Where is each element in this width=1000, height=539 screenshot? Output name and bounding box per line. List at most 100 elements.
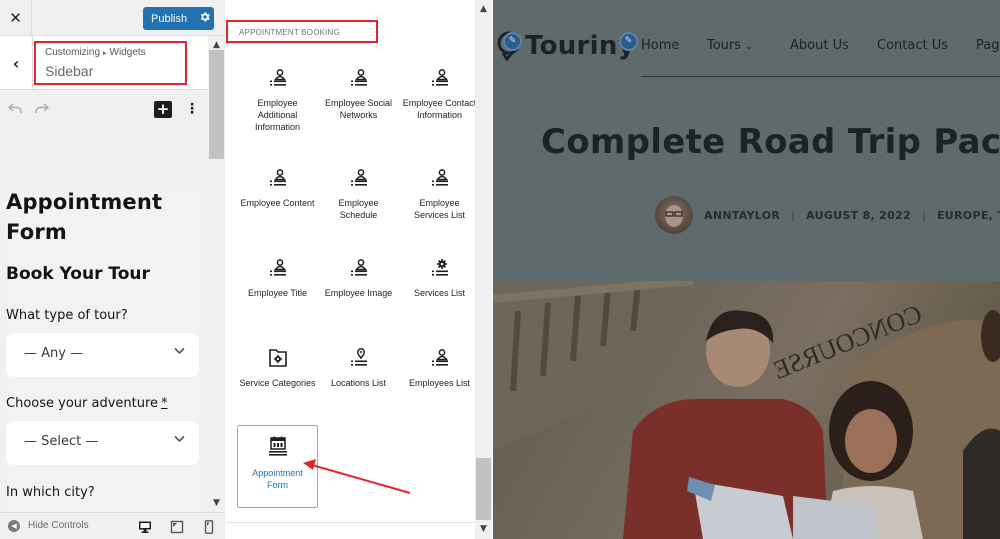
nav-item-about[interactable]: About Us [790, 38, 849, 53]
redo-icon[interactable] [35, 100, 50, 118]
publish-settings-gear-icon[interactable] [195, 12, 214, 25]
panel-divider [226, 522, 475, 523]
author-avatar[interactable] [655, 196, 693, 234]
block-label: Locations List [330, 378, 387, 388]
block-item-employee-schedule[interactable]: Employee Schedule [318, 158, 399, 242]
breadcrumb-separator: ▸ [103, 50, 107, 57]
chevron-down-icon [174, 344, 185, 358]
block-item-employee-social-networks[interactable]: Employee Social Networks [318, 58, 399, 142]
block-item-employees-list[interactable]: Employees List [399, 338, 480, 422]
block-item-employee-content[interactable]: Employee Content [237, 158, 318, 242]
edit-shortcut-pencil-icon[interactable]: ✎ [619, 32, 638, 51]
block-label: Employee Image [324, 288, 393, 298]
tour-type-value: — Any — [24, 346, 84, 361]
scrollbar-thumb[interactable] [209, 50, 224, 159]
post-meta: ANNTAYLOR | AUGUST 8, 2022 | EUROPE, TO [655, 196, 1000, 234]
tablet-preview-icon[interactable] [170, 519, 184, 534]
adventure-value: — Select — [24, 434, 99, 449]
post-categories: EUROPE, TO [936, 208, 1000, 222]
meta-separator: | [921, 208, 926, 222]
appointment-form-preview: Appointment Form Book Your Tour What typ… [6, 186, 199, 512]
employee-list-icon [267, 257, 289, 279]
block-item-employee-image[interactable]: Employee Image [318, 248, 399, 332]
nav-item-contact[interactable]: Contact Us [877, 38, 948, 53]
tour-type-select[interactable]: — Any — [6, 333, 199, 377]
category-heading: APPOINTMENT BOOKING [239, 28, 340, 37]
close-icon: ✕ [9, 9, 22, 27]
back-button[interactable]: ‹ [0, 36, 33, 90]
featured-image-illustration: CONCOURSE [493, 281, 1000, 539]
block-item-service-categories[interactable]: Service Categories [237, 338, 318, 422]
site-preview: Touriny ✎ ✎ Home Tours ⌄ About Us Contac… [493, 0, 1000, 539]
block-label: Employee Title [247, 288, 308, 298]
breadcrumb-highlight: Customizing ▸ Widgets Sidebar [34, 41, 187, 85]
sidebar-topbar: ✕ Publish [0, 0, 225, 36]
undo-icon[interactable] [7, 100, 22, 118]
adventure-select[interactable]: — Select — [6, 421, 199, 465]
annotation-arrow [303, 459, 411, 494]
post-author[interactable]: ANNTAYLOR | AUGUST 8, 2022 | EUROPE, TO [704, 209, 1000, 222]
employee-list-icon [429, 67, 451, 89]
scroll-down-icon[interactable]: ▼ [208, 496, 225, 510]
panel-scrollbar[interactable]: ▲ ▼ [475, 0, 492, 539]
location-list-icon [348, 347, 370, 369]
hide-controls-button[interactable]: Hide Controls [28, 520, 89, 531]
block-item-employee-services-list[interactable]: Employee Services List [399, 158, 480, 242]
chevron-left-icon: ‹ [12, 53, 20, 73]
desktop-preview-icon[interactable] [138, 519, 152, 533]
employee-list-icon [348, 167, 370, 189]
block-item-services-list[interactable]: Services List [399, 248, 480, 332]
block-item-locations-list[interactable]: Locations List [318, 338, 399, 422]
nav-item-pages[interactable]: Page [976, 38, 1000, 53]
scroll-up-icon[interactable]: ▲ [475, 2, 492, 16]
breadcrumb-item: Widgets [109, 47, 146, 58]
nav-item-home[interactable]: Home [641, 38, 679, 53]
post-date: AUGUST 8, 2022 [806, 208, 911, 222]
featured-image: CONCOURSE [493, 281, 1000, 539]
publish-label: Publish [151, 12, 188, 25]
more-options-icon[interactable]: ⋮ [185, 99, 199, 119]
services-list-icon [429, 257, 451, 279]
scroll-down-icon[interactable]: ▼ [475, 522, 492, 536]
nav-item-tours[interactable]: Tours ⌄ [707, 38, 753, 53]
block-item-employee-additional-information[interactable]: Employee Additional Information [237, 58, 318, 142]
edit-shortcut-pencil-icon[interactable]: ✎ [503, 32, 522, 51]
customizer-sidebar: ✕ Publish ‹ Customizing ▸ Widgets Sidebar [0, 0, 225, 539]
field-label-adventure: Choose your adventure * [6, 396, 168, 411]
customizer-footer: ◀ Hide Controls [0, 512, 225, 539]
nav-tours-label: Tours [707, 38, 742, 53]
employee-list-icon [348, 67, 370, 89]
chevron-down-icon: ⌄ [745, 42, 753, 52]
breadcrumb-item: Customizing [45, 47, 101, 58]
post-title: Complete Road Trip Pack [541, 122, 1000, 162]
employee-list-icon [429, 347, 451, 369]
author-name: ANNTAYLOR [704, 208, 781, 222]
block-label: Employee Contact Information [402, 98, 477, 120]
editor-toolbar [0, 91, 208, 129]
nav-divider [641, 76, 1000, 77]
block-inserter-button[interactable]: + [154, 101, 172, 118]
site-title: Touriny [525, 31, 635, 61]
block-label: Employees List [408, 378, 471, 388]
field-label-city: In which city? [6, 485, 95, 500]
employee-list-icon [429, 167, 451, 189]
section-header: ‹ Customizing ▸ Widgets Sidebar [0, 36, 208, 90]
mobile-preview-icon[interactable] [202, 519, 216, 534]
form-subtitle: Book Your Tour [6, 264, 150, 284]
block-label: Employee Services List [413, 198, 466, 220]
sidebar-scrollbar[interactable]: ▲ ▼ [208, 36, 225, 512]
publish-button[interactable]: Publish [143, 7, 214, 30]
field-label-tour-type: What type of tour? [6, 308, 128, 323]
section-title: Sidebar [45, 63, 94, 79]
folder-gear-icon [267, 347, 289, 369]
employee-list-icon [348, 257, 370, 279]
block-item-employee-title[interactable]: Employee Title [237, 248, 318, 332]
collapse-icon[interactable]: ◀ [8, 520, 20, 532]
block-item-employee-contact-information[interactable]: Employee Contact Information [399, 58, 480, 142]
close-customizer-button[interactable]: ✕ [0, 0, 32, 36]
block-label: Employee Schedule [338, 198, 379, 220]
scrollbar-thumb[interactable] [476, 458, 491, 520]
customizer-window: ✕ Publish ‹ Customizing ▸ Widgets Sidebar [0, 0, 1000, 539]
category-highlight: APPOINTMENT BOOKING [226, 20, 378, 43]
employee-list-icon [267, 167, 289, 189]
